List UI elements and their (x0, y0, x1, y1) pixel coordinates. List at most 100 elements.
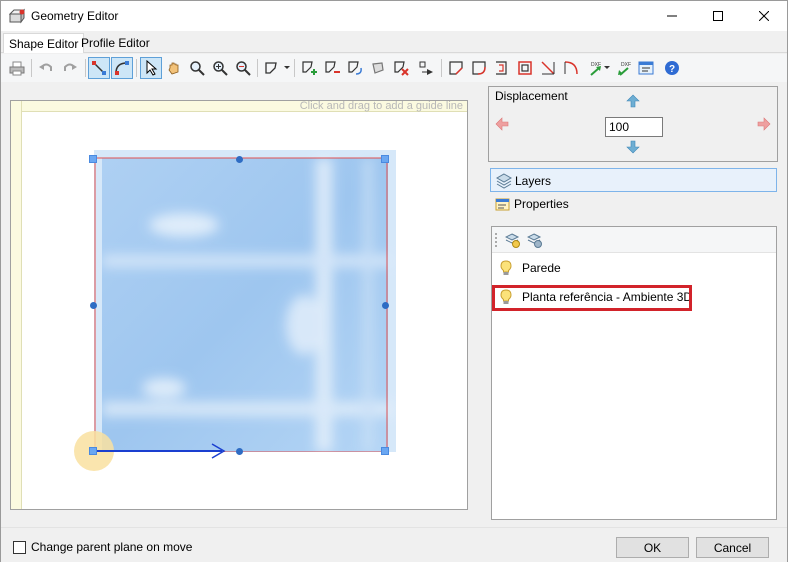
offset-button[interactable] (491, 57, 513, 79)
zoom-in-button[interactable] (209, 57, 231, 79)
reference-plan-image[interactable] (94, 150, 396, 452)
move-down-button[interactable] (625, 139, 641, 155)
maximize-button[interactable] (695, 1, 741, 31)
select-pointer-button[interactable] (140, 57, 162, 79)
frame-button[interactable] (514, 57, 536, 79)
svg-text:?: ? (669, 64, 675, 75)
edge-handle[interactable] (236, 448, 243, 455)
minimize-button[interactable] (649, 1, 695, 31)
layer-label: Parede (522, 261, 561, 275)
horizontal-ruler[interactable]: Click and drag to add a guide line (11, 100, 467, 112)
delete-shape-icon (394, 61, 409, 76)
corner-handle[interactable] (89, 155, 97, 163)
pan-hand-icon (168, 62, 179, 75)
layers-panel: Parede Planta referência - Ambiente 3D (491, 226, 777, 520)
remove-point-button[interactable] (321, 57, 343, 79)
export-dxf-button[interactable]: DXF (613, 57, 635, 79)
cancel-button[interactable]: Cancel (696, 537, 769, 558)
move-left-button[interactable] (494, 116, 510, 132)
add-layer-button[interactable] (502, 229, 524, 251)
zoom-icon (190, 61, 205, 76)
undo-icon (39, 63, 52, 71)
edit-curves-icon (115, 61, 129, 75)
toolbar: DXF DXF ? (1, 54, 787, 82)
arrow-up-icon (626, 94, 640, 108)
shape-button[interactable] (367, 57, 389, 79)
rotate-button[interactable] (344, 57, 366, 79)
export-dxf-icon: DXF (618, 62, 631, 76)
help-icon: ? (665, 61, 679, 75)
redo-button[interactable] (59, 57, 81, 79)
layer-settings-button[interactable] (524, 229, 546, 251)
diagonal-arc-icon (564, 61, 578, 75)
zoom-out-button[interactable] (232, 57, 254, 79)
displacement-label: Displacement (495, 89, 568, 103)
displacement-input[interactable] (605, 117, 663, 137)
toolbar-separator (441, 59, 442, 77)
lasso-shape-button[interactable] (260, 57, 282, 79)
toolbar-grip (495, 233, 497, 247)
remove-point-icon (325, 61, 340, 73)
add-point-icon (302, 61, 317, 75)
chevron-down-icon[interactable] (604, 66, 610, 69)
diagonal-button[interactable] (537, 57, 559, 79)
properties-icon (638, 61, 654, 75)
tab-properties[interactable]: Properties (490, 192, 777, 216)
move-button[interactable] (415, 57, 437, 79)
chevron-down-icon[interactable] (284, 66, 290, 69)
undo-button[interactable] (35, 57, 57, 79)
corner-handle[interactable] (381, 447, 389, 455)
add-layer-icon (505, 233, 520, 248)
title-bar: Geometry Editor (1, 1, 787, 31)
layers-icon (496, 173, 512, 189)
tab-profile-editor[interactable]: Profile Editor (76, 33, 155, 53)
change-parent-plane-checkbox[interactable] (13, 541, 26, 554)
drawing-canvas[interactable]: Click and drag to add a guide line (10, 100, 468, 510)
editor-tabs: Shape Editor Profile Editor (1, 31, 787, 53)
move-right-button[interactable] (756, 116, 772, 132)
toolbar-separator (257, 59, 258, 77)
edit-points-button[interactable] (88, 57, 110, 79)
minimize-icon (667, 15, 677, 17)
properties-button[interactable] (635, 57, 657, 79)
edge-handle[interactable] (382, 302, 389, 309)
vertical-ruler[interactable] (11, 101, 22, 509)
move-up-button[interactable] (625, 93, 641, 109)
layer-item-parede[interactable]: Parede (492, 256, 776, 280)
zoom-button[interactable] (186, 57, 208, 79)
edge-handle[interactable] (90, 302, 97, 309)
app-icon (9, 8, 25, 24)
frame-icon (518, 61, 532, 75)
rotate-icon (348, 61, 362, 75)
change-parent-plane-label[interactable]: Change parent plane on move (31, 540, 192, 554)
diagonal-icon (541, 61, 555, 75)
close-button[interactable] (741, 1, 787, 31)
edit-curves-button[interactable] (111, 57, 133, 79)
fillet-button[interactable] (468, 57, 490, 79)
layers-toolbar (492, 227, 776, 253)
layer-settings-icon (527, 233, 542, 248)
pan-hand-button[interactable] (163, 57, 185, 79)
tab-shape-editor[interactable]: Shape Editor (3, 33, 85, 53)
corner-handle[interactable] (381, 155, 389, 163)
delete-shape-button[interactable] (390, 57, 412, 79)
help-button[interactable]: ? (661, 57, 683, 79)
corner-handle[interactable] (89, 447, 97, 455)
displacement-panel: Displacement (488, 86, 778, 162)
diagonal-arc-button[interactable] (560, 57, 582, 79)
toolbar-separator (294, 59, 295, 77)
zoom-out-icon (236, 61, 251, 76)
selection-highlight (492, 285, 692, 311)
cut-corner-button[interactable] (445, 57, 467, 79)
add-point-button[interactable] (298, 57, 320, 79)
toolbar-separator (85, 59, 86, 77)
edge-handle[interactable] (236, 156, 243, 163)
print-button[interactable] (6, 57, 28, 79)
close-icon (759, 11, 769, 21)
lasso-shape-icon (265, 62, 277, 74)
dialog-footer: Change parent plane on move OK Cancel (1, 527, 787, 562)
lightbulb-icon[interactable] (499, 260, 513, 276)
offset-icon (496, 61, 507, 75)
ok-button[interactable]: OK (616, 537, 689, 558)
tab-layers[interactable]: Layers (490, 168, 777, 192)
